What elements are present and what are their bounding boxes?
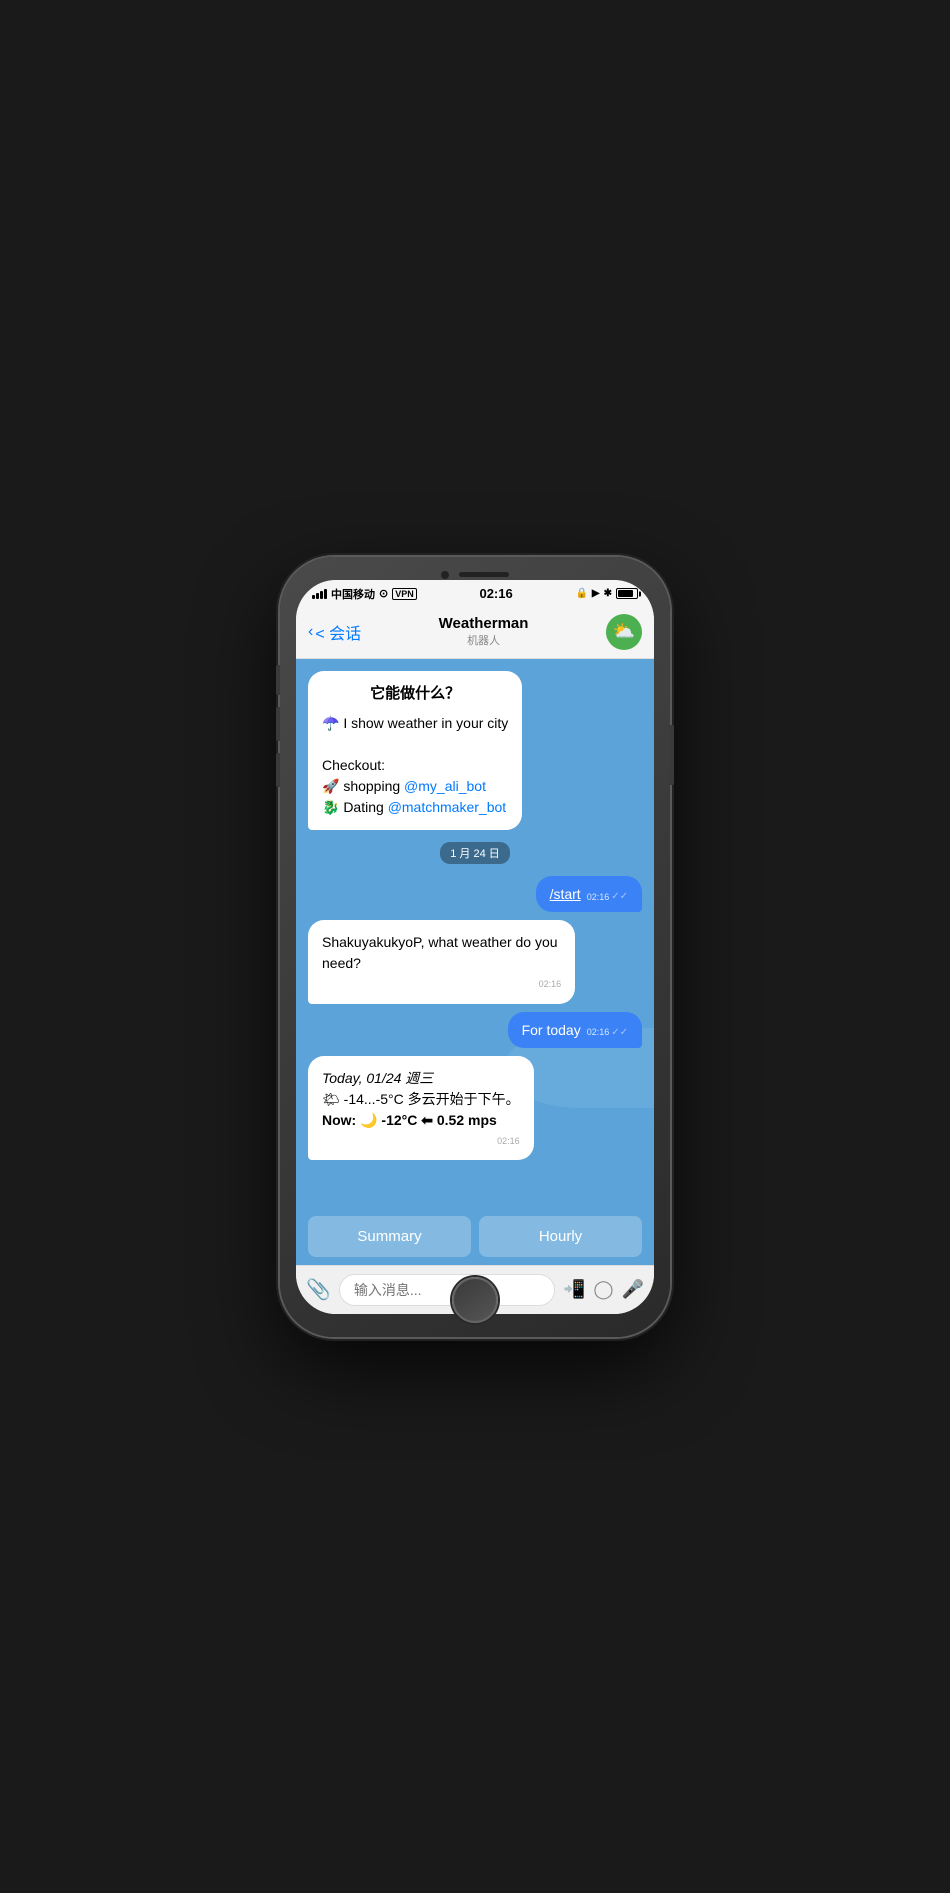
status-bar: 中国移动 ⊙ VPN 02:16 🔒 ▶ ✱ <box>296 580 654 606</box>
msg-start-time: 02:16 ✓✓ <box>587 891 628 902</box>
msg-today-time: 02:16 ✓✓ <box>587 1027 628 1038</box>
bot-icon: ⛅ <box>613 621 635 642</box>
chat-area: 它能做什么？ ☂️ I show weather in your city Ch… <box>296 659 654 1208</box>
emoji-icon[interactable]: ◯ <box>593 1279 613 1300</box>
back-button[interactable]: ‹ < 会话 <box>308 620 361 644</box>
start-command: /start <box>550 886 581 902</box>
message-input[interactable] <box>339 1274 555 1306</box>
weather-line2: 🌤 -14...-5°C 多云开始于下午。 <box>322 1089 520 1110</box>
speaker-grille <box>459 572 509 577</box>
read-checkmarks: ✓✓ <box>611 891 628 902</box>
nav-title-area: Weatherman 机器人 <box>361 615 606 648</box>
battery-icon <box>616 588 638 599</box>
intro-title: 它能做什么？ <box>322 683 508 706</box>
bot-avatar[interactable]: ⛅ <box>606 614 642 650</box>
date-badge: 1 月 24 日 <box>440 842 510 864</box>
action-button-row: Summary Hourly <box>296 1208 654 1265</box>
ali-bot-link[interactable]: @my_ali_bot <box>404 778 486 794</box>
status-time: 02:16 <box>479 586 512 601</box>
chat-title: Weatherman <box>361 615 606 632</box>
status-right: 🔒 ▶ ✱ <box>575 588 638 599</box>
bot-reply-bubble: ShakuyakukyoP, what weather do you need?… <box>308 920 575 1004</box>
attach-icon[interactable]: 📎 <box>306 1277 331 1302</box>
hourly-button[interactable]: Hourly <box>479 1216 642 1257</box>
vpn-badge: VPN <box>392 588 417 600</box>
intro-bubble: 它能做什么？ ☂️ I show weather in your city Ch… <box>308 671 522 831</box>
home-button[interactable] <box>452 1277 498 1323</box>
intro-line1: ☂️ I show weather in your city <box>322 713 508 734</box>
mic-icon[interactable]: 🎤 <box>622 1279 644 1300</box>
input-action-icons: 📲 ◯ 🎤 <box>563 1279 644 1300</box>
weather-line3: Now: 🌙 -12°C ⬅ 0.52 mps <box>322 1110 520 1131</box>
phone-frame: 中国移动 ⊙ VPN 02:16 🔒 ▶ ✱ ‹ < 会话 Weatherman <box>280 557 670 1337</box>
phone-top-details <box>441 571 509 579</box>
location-icon: ▶ <box>592 588 600 599</box>
bluetooth-icon: ✱ <box>604 588 612 599</box>
wifi-icon: ⊙ <box>379 587 388 600</box>
signal-bars <box>312 589 327 599</box>
msg-today-bubble: For today 02:16 ✓✓ <box>508 1012 642 1048</box>
home-button-area <box>452 1277 498 1323</box>
intro-line3: 🚀 shopping @my_ali_bot <box>322 776 508 797</box>
battery-fill <box>618 590 633 597</box>
bot-reply-text: ShakuyakukyoP, what weather do you need? <box>322 932 561 974</box>
silent-button <box>276 665 280 695</box>
msg-start-bubble: /start 02:16 ✓✓ <box>536 876 642 912</box>
nav-bar: ‹ < 会话 Weatherman 机器人 ⛅ <box>296 606 654 659</box>
chevron-left-icon: ‹ <box>308 623 313 641</box>
lock-icon: 🔒 <box>575 588 587 599</box>
weather-time: 02:16 <box>322 1135 520 1149</box>
sticker-icon[interactable]: 📲 <box>563 1279 585 1300</box>
matchmaker-link[interactable]: @matchmaker_bot <box>388 799 506 815</box>
volume-down-button <box>276 753 280 787</box>
bot-reply-time: 02:16 <box>322 978 561 992</box>
weather-line1: Today, 01/24 週三 <box>322 1068 520 1089</box>
back-label: < 会话 <box>315 620 361 644</box>
chat-subtitle: 机器人 <box>361 632 606 648</box>
intro-line2: Checkout: <box>322 755 508 776</box>
carrier-label: 中国移动 <box>331 586 375 602</box>
read-checkmarks2: ✓✓ <box>611 1027 628 1038</box>
weather-bubble: Today, 01/24 週三 🌤 -14...-5°C 多云开始于下午。 No… <box>308 1056 534 1161</box>
msg-today-text: For today <box>522 1022 581 1038</box>
intro-line4: 🐉 Dating @matchmaker_bot <box>322 797 508 818</box>
volume-up-button <box>276 707 280 741</box>
msg-start-text: /start <box>550 886 581 902</box>
power-button <box>670 725 674 785</box>
summary-button[interactable]: Summary <box>308 1216 471 1257</box>
phone-screen: 中国移动 ⊙ VPN 02:16 🔒 ▶ ✱ ‹ < 会话 Weatherman <box>296 580 654 1314</box>
front-camera <box>441 571 449 579</box>
status-left: 中国移动 ⊙ VPN <box>312 586 417 602</box>
